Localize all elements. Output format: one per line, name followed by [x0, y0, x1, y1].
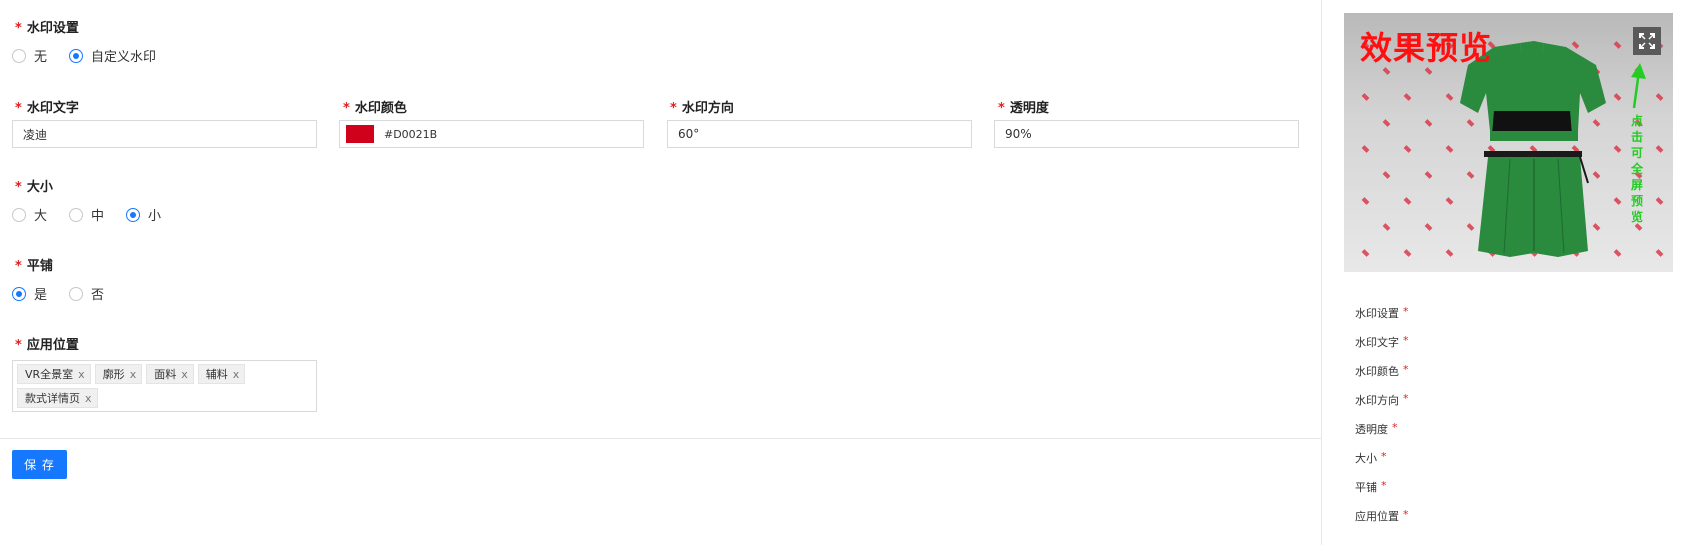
settings-item-label: 水印颜色 [1355, 365, 1399, 378]
radio-size-large-circle[interactable] [12, 207, 26, 222]
close-icon[interactable]: x [78, 368, 85, 381]
preview-panel: 效果预览 点击可全屏预览 水印设置 * 水印文字 * 水印颜色 * 水印方向 * 透明度 * 大小 *… [1321, 0, 1683, 545]
settings-item: 平铺 * [1355, 479, 1409, 508]
garment-belt [1484, 151, 1582, 157]
settings-item-label: 水印设置 [1355, 307, 1399, 320]
position-tag-label: 面料 [154, 368, 177, 381]
watermark-form: * 水印设置 无 自定义水印 * 水印文字 凌迪 * 水印颜色 #D0021B * 水印… [0, 0, 1321, 545]
settings-summary-list: 水印设置 * 水印文字 * 水印颜色 * 水印方向 * 透明度 * 大小 * 平铺 * 应用位置 * [1355, 305, 1409, 537]
required-mark: * [1403, 392, 1409, 405]
position-tag: 面料 x [146, 364, 194, 384]
tags-row: VR全景室 x 廓形 x 面料 x 辅料 x 款式详情页 x [17, 364, 312, 412]
watermark-text-label: * 水印文字 [15, 101, 79, 116]
radio-size-small[interactable]: 小 [126, 205, 161, 224]
radio-custom-watermark[interactable]: 自定义水印 [69, 46, 156, 65]
size-radio-group: 大 中 小 [12, 205, 183, 224]
garment-3d-model [1460, 41, 1606, 257]
settings-item: 水印颜色 * [1355, 363, 1409, 392]
watermark-text-input[interactable]: 凌迪 [12, 120, 317, 148]
position-tag-label: 款式详情页 [25, 392, 80, 405]
settings-item: 水印设置 * [1355, 305, 1409, 334]
opacity-label: * 透明度 [998, 101, 1049, 116]
settings-item-label: 应用位置 [1355, 510, 1399, 523]
settings-item-label: 透明度 [1355, 423, 1388, 436]
required-mark: * [15, 21, 22, 36]
radio-size-large[interactable]: 大 [12, 205, 47, 224]
close-icon[interactable]: x [181, 368, 188, 381]
fullscreen-tip: 点击可全屏预览 [1630, 114, 1643, 224]
save-button[interactable]: 保 存 [12, 450, 67, 479]
settings-item: 透明度 * [1355, 421, 1409, 450]
required-mark: * [1403, 363, 1409, 376]
radio-tile-yes-circle[interactable] [12, 286, 26, 301]
settings-item: 大小 * [1355, 450, 1409, 479]
preview-image: 效果预览 点击可全屏预览 [1344, 13, 1673, 272]
watermark-color-label: * 水印颜色 [343, 101, 407, 116]
watermark-setting-label: * 水印设置 [15, 21, 79, 36]
tile-label: * 平铺 [15, 259, 53, 274]
preview-title: 效果预览 [1360, 29, 1493, 67]
garment-band [1490, 131, 1578, 141]
settings-item-label: 大小 [1355, 452, 1377, 465]
up-arrow-icon [1631, 63, 1646, 109]
settings-item-label: 平铺 [1355, 481, 1377, 494]
radio-tile-no[interactable]: 否 [69, 284, 104, 303]
position-tag: 廓形 x [94, 364, 143, 384]
required-mark: * [1392, 421, 1398, 434]
watermark-direction-label: * 水印方向 [670, 101, 734, 116]
watermark-color-picker[interactable]: #D0021B [339, 120, 644, 148]
watermark-direction-input[interactable]: 60° [667, 120, 972, 148]
apply-position-label: * 应用位置 [15, 338, 79, 353]
required-mark: * [1403, 334, 1409, 347]
radio-none-circle[interactable] [12, 48, 26, 63]
required-mark: * [1403, 305, 1409, 318]
radio-tile-yes[interactable]: 是 [12, 284, 47, 303]
radio-size-small-circle[interactable] [126, 207, 141, 222]
position-tag-label: VR全景室 [25, 368, 74, 381]
expand-icon [1639, 33, 1655, 49]
apply-position-select[interactable]: VR全景室 x 廓形 x 面料 x 辅料 x 款式详情页 x [12, 360, 317, 412]
position-tag: VR全景室 x [17, 364, 91, 384]
required-mark: * [1403, 508, 1409, 521]
close-icon[interactable]: x [85, 392, 92, 405]
size-label: * 大小 [15, 180, 53, 195]
close-icon[interactable]: x [130, 368, 137, 381]
settings-item: 水印方向 * [1355, 392, 1409, 421]
radio-none[interactable]: 无 [12, 46, 47, 65]
radio-size-medium[interactable]: 中 [69, 205, 104, 224]
required-mark: * [1381, 450, 1387, 463]
close-icon[interactable]: x [233, 368, 240, 381]
radio-tile-no-circle[interactable] [69, 286, 84, 301]
radio-custom-watermark-circle[interactable] [69, 48, 84, 63]
position-tag-label: 辅料 [205, 368, 228, 381]
fullscreen-button[interactable] [1633, 27, 1661, 55]
settings-item-label: 水印文字 [1355, 336, 1399, 349]
radio-size-medium-circle[interactable] [69, 207, 84, 222]
position-tag: 款式详情页 x [17, 388, 98, 408]
tile-radio-group: 是 否 [12, 284, 126, 303]
required-mark: * [1381, 479, 1387, 492]
opacity-input[interactable]: 90% [994, 120, 1299, 148]
watermark-setting-radio-group: 无 自定义水印 [12, 46, 178, 65]
footer-divider [0, 438, 1321, 439]
settings-item: 应用位置 * [1355, 508, 1409, 537]
settings-item: 水印文字 * [1355, 334, 1409, 363]
garment-skirt [1478, 157, 1588, 257]
color-swatch[interactable] [346, 125, 374, 143]
settings-item-label: 水印方向 [1355, 394, 1399, 407]
position-tag: 辅料 x [197, 364, 246, 384]
position-tag-label: 廓形 [102, 368, 125, 381]
garment-collar [1520, 41, 1544, 53]
